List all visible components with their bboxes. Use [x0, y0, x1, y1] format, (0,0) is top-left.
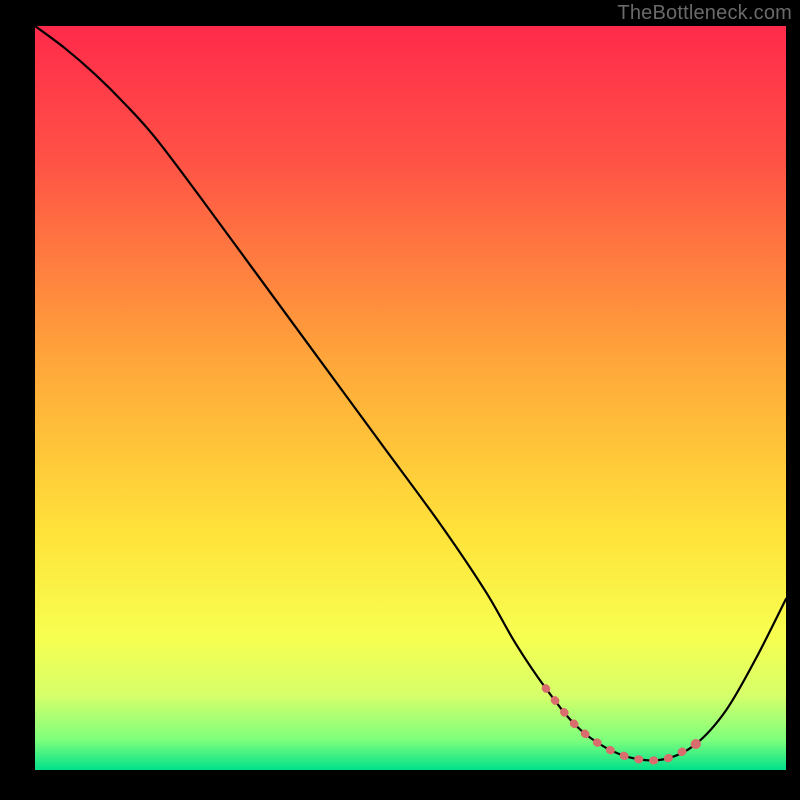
- chart-container: TheBottleneck.com: [0, 0, 800, 800]
- gradient-background: [35, 26, 786, 770]
- watermark-text: TheBottleneck.com: [617, 2, 792, 25]
- end-marker-dot: [691, 739, 701, 749]
- bottleneck-chart: [0, 0, 800, 800]
